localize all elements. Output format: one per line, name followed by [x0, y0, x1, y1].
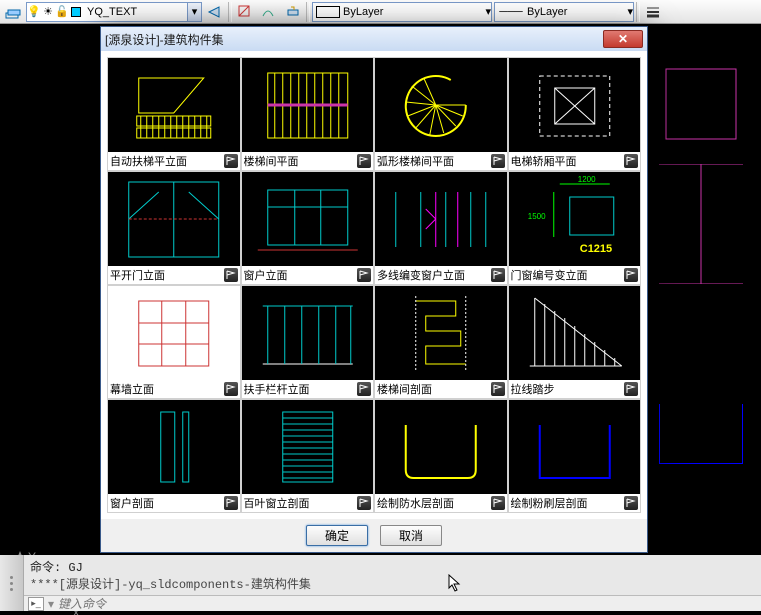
cell-label: 窗户立面: [244, 267, 288, 283]
grid-cell[interactable]: 扶手栏杆立面: [241, 285, 375, 399]
cell-label: 门窗编号变立面: [511, 267, 588, 283]
flag-icon: [224, 382, 238, 396]
grid-cell[interactable]: 拉线踏步: [508, 285, 642, 399]
layer-prev-icon[interactable]: [204, 2, 226, 22]
flag-icon: [491, 382, 505, 396]
grid-cell[interactable]: 绘制防水层剖面: [374, 399, 508, 513]
grid-cell[interactable]: 多线编变窗户立面: [374, 171, 508, 285]
flag-icon: [224, 268, 238, 282]
grid-cell[interactable]: 百叶窗立剖面: [241, 399, 375, 513]
flag-icon: [624, 382, 638, 396]
dialog-button-row: 确定 取消: [101, 519, 647, 552]
layer-tool-icon[interactable]: [2, 2, 24, 22]
bulb-icon: 💡: [27, 5, 41, 18]
flag-icon: [491, 496, 505, 510]
grid-cell[interactable]: 自动扶梯平立面: [107, 57, 241, 171]
cmd-line: ****[源泉设计]-yq_sldcomponents-建筑构件集: [30, 575, 755, 592]
flag-icon: [224, 154, 238, 168]
component-dialog: [源泉设计]-建筑构件集 ✕ 自动扶梯平立面 楼梯间平面 弧形楼梯间平面 电梯轿…: [100, 26, 648, 553]
sun-icon: ☀: [41, 5, 55, 18]
cancel-button[interactable]: 取消: [380, 525, 442, 546]
flag-icon: [357, 268, 371, 282]
grid-cell[interactable]: 弧形楼梯间平面: [374, 57, 508, 171]
dialog-title: [源泉设计]-建筑构件集: [105, 31, 224, 48]
flag-icon: [224, 496, 238, 510]
svg-text:1200: 1200: [577, 175, 595, 184]
grid-cell[interactable]: 电梯轿厢平面: [508, 57, 642, 171]
cell-label: 平开门立面: [110, 267, 165, 283]
flag-icon: [357, 382, 371, 396]
layermatch-icon[interactable]: [258, 2, 280, 22]
lineweight-icon[interactable]: [642, 2, 664, 22]
layer-swatch: [69, 7, 83, 17]
grid-cell[interactable]: 幕墙立面: [107, 285, 241, 399]
cell-label: 绘制粉刷层剖面: [511, 495, 588, 511]
cell-label: 多线编变窗户立面: [377, 267, 465, 283]
flag-icon: [491, 154, 505, 168]
cell-label: 拉线踏步: [511, 381, 555, 397]
component-grid: 自动扶梯平立面 楼梯间平面 弧形楼梯间平面 电梯轿厢平面 平开门立面 窗户立面 …: [107, 57, 641, 513]
grid-cell[interactable]: 窗户剖面: [107, 399, 241, 513]
grid-cell[interactable]: 窗户立面: [241, 171, 375, 285]
color-swatch: [316, 6, 340, 18]
cell-label: 窗户剖面: [110, 495, 154, 511]
grid-cell[interactable]: 绘制粉刷层剖面: [508, 399, 642, 513]
cell-label: 绘制防水层剖面: [377, 495, 454, 511]
cmd-line: 命令: GJ: [30, 558, 755, 575]
layeriso-icon[interactable]: [234, 2, 256, 22]
cell-label: 楼梯间平面: [244, 153, 299, 169]
command-input-row: ▸_ ▾: [24, 595, 761, 611]
cell-label: 扶手栏杆立面: [244, 381, 310, 397]
svg-text:1500: 1500: [527, 212, 545, 221]
grid-cell[interactable]: 楼梯间平面: [241, 57, 375, 171]
flag-icon: [624, 154, 638, 168]
layer-combo[interactable]: 💡 ☀ 🔓 YQ_TEXT ▾: [26, 2, 202, 22]
command-input[interactable]: [58, 597, 757, 611]
layerext-icon[interactable]: [282, 2, 304, 22]
chevron-down-icon[interactable]: ▾: [485, 5, 491, 18]
cell-label: 自动扶梯平立面: [110, 153, 187, 169]
ok-button[interactable]: 确定: [306, 525, 368, 546]
flag-icon: [624, 496, 638, 510]
layer-name: YQ_TEXT: [83, 6, 141, 18]
command-area: 命令: GJ ****[源泉设计]-yq_sldcomponents-建筑构件集…: [0, 555, 761, 611]
dialog-titlebar[interactable]: [源泉设计]-建筑构件集 ✕: [101, 27, 647, 51]
cell-label: 弧形楼梯间平面: [377, 153, 454, 169]
svg-text:C1215: C1215: [579, 243, 611, 255]
flag-icon: [491, 268, 505, 282]
chevron-down-icon[interactable]: ▾: [187, 3, 201, 21]
command-history: 命令: GJ ****[源泉设计]-yq_sldcomponents-建筑构件集: [24, 555, 761, 595]
grid-cell[interactable]: 平开门立面: [107, 171, 241, 285]
flag-icon: [357, 496, 371, 510]
color-combo[interactable]: ByLayer ▾: [312, 2, 492, 22]
close-button[interactable]: ✕: [603, 30, 643, 48]
cell-label: 百叶窗立剖面: [244, 495, 310, 511]
drag-handle[interactable]: [0, 555, 24, 611]
cell-label: 幕墙立面: [110, 381, 154, 397]
prompt-icon: ▸_: [28, 597, 44, 611]
cell-label: 楼梯间剖面: [377, 381, 432, 397]
color-bylayer: ByLayer: [343, 6, 387, 18]
flag-icon: [624, 268, 638, 282]
linetype-combo[interactable]: ─── ByLayer ▾: [494, 2, 634, 22]
linetype-bylayer: ByLayer: [527, 6, 571, 18]
grid-cell[interactable]: 1200 1500 C1215 门窗编号变立面: [508, 171, 642, 285]
lock-icon: 🔓: [55, 5, 69, 18]
chevron-down-icon[interactable]: ▾: [627, 5, 633, 18]
grid-cell[interactable]: 楼梯间剖面: [374, 285, 508, 399]
chevron-icon[interactable]: ▾: [48, 597, 54, 611]
top-toolbar: 💡 ☀ 🔓 YQ_TEXT ▾ ByLayer ▾ ─── ByLayer ▾: [0, 0, 761, 24]
cell-label: 电梯轿厢平面: [511, 153, 577, 169]
flag-icon: [357, 154, 371, 168]
